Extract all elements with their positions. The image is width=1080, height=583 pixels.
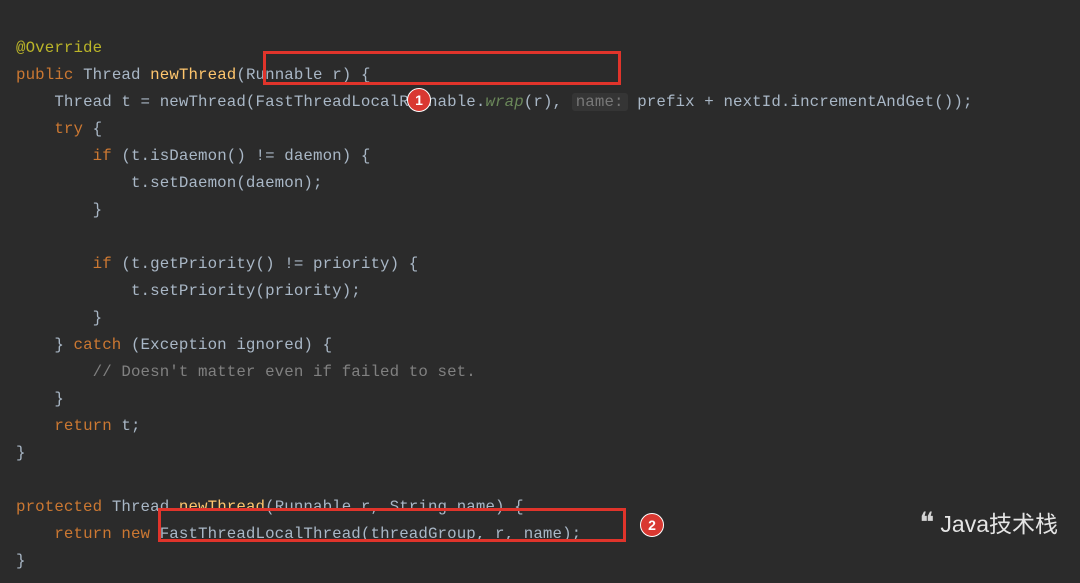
m2-sig: (Runnable r, String name) { <box>265 498 524 516</box>
comment-line: // Doesn't matter even if failed to set. <box>93 363 476 381</box>
type-runnable: Runnable <box>246 66 323 84</box>
wrap-args: (r) <box>524 93 553 111</box>
fn-newThread: newThread <box>150 66 236 84</box>
space <box>628 93 638 111</box>
type-thread-2: Thread <box>112 498 169 516</box>
param-r: r <box>332 66 342 84</box>
code-block: @Override public Thread newThread(Runnab… <box>0 0 1080 583</box>
brace-close-2: } <box>93 309 103 327</box>
brace-close-1: } <box>93 201 103 219</box>
tail: ()); <box>934 93 972 111</box>
plus: + <box>695 93 724 111</box>
fn-wrap: wrap <box>485 93 523 111</box>
cls-ftlr: FastThreadLocalRunnable <box>256 93 476 111</box>
kw-if: if <box>93 147 112 165</box>
annotation-badge-1: 1 <box>407 88 431 112</box>
watermark-text: Java技术栈 <box>940 505 1058 539</box>
kw-try: try <box>54 120 83 138</box>
annotation-badge-2: 2 <box>640 513 664 537</box>
fn-incrementAndGet: incrementAndGet <box>791 93 935 111</box>
brace-close-method2: } <box>16 552 26 570</box>
comma: , <box>553 93 572 111</box>
stmt-setPriority: t.setPriority(priority); <box>131 282 361 300</box>
kw-protected: protected <box>16 498 102 516</box>
kw-catch: catch <box>73 336 121 354</box>
brace-close-method1: } <box>16 444 26 462</box>
annotation-override: @Override <box>16 39 102 57</box>
cls-ftlt: FastThreadLocalThread <box>160 525 361 543</box>
ftlt-args: (threadGroup, r, name); <box>361 525 581 543</box>
catch-sig: (Exception ignored) { <box>121 336 332 354</box>
cond-daemon: (t.isDaemon() != daemon) { <box>112 147 371 165</box>
kw-new: new <box>112 525 160 543</box>
fn-newThread-2: newThread <box>179 498 265 516</box>
dot2: . <box>781 93 791 111</box>
dot: . <box>476 93 486 111</box>
kw-public: public <box>16 66 73 84</box>
ret-t: t; <box>112 417 141 435</box>
type-thread: Thread <box>83 66 140 84</box>
id-prefix: prefix <box>637 93 694 111</box>
kw-return: return <box>54 417 111 435</box>
cond-prio: (t.getPriority() != priority) { <box>112 255 419 273</box>
id-nextId: nextId <box>723 93 780 111</box>
decl-t: Thread t = newThread( <box>54 93 255 111</box>
brace-close-3: } <box>54 390 64 408</box>
watermark: ❝ Java技术栈 <box>919 505 1058 539</box>
kw-return-2: return <box>54 525 111 543</box>
wechat-icon: ❝ <box>919 506 934 539</box>
stmt-setDaemon: t.setDaemon(daemon); <box>131 174 323 192</box>
brace-open: { <box>83 120 102 138</box>
kw-if-2: if <box>93 255 112 273</box>
param-hint-name: name: <box>572 93 628 111</box>
